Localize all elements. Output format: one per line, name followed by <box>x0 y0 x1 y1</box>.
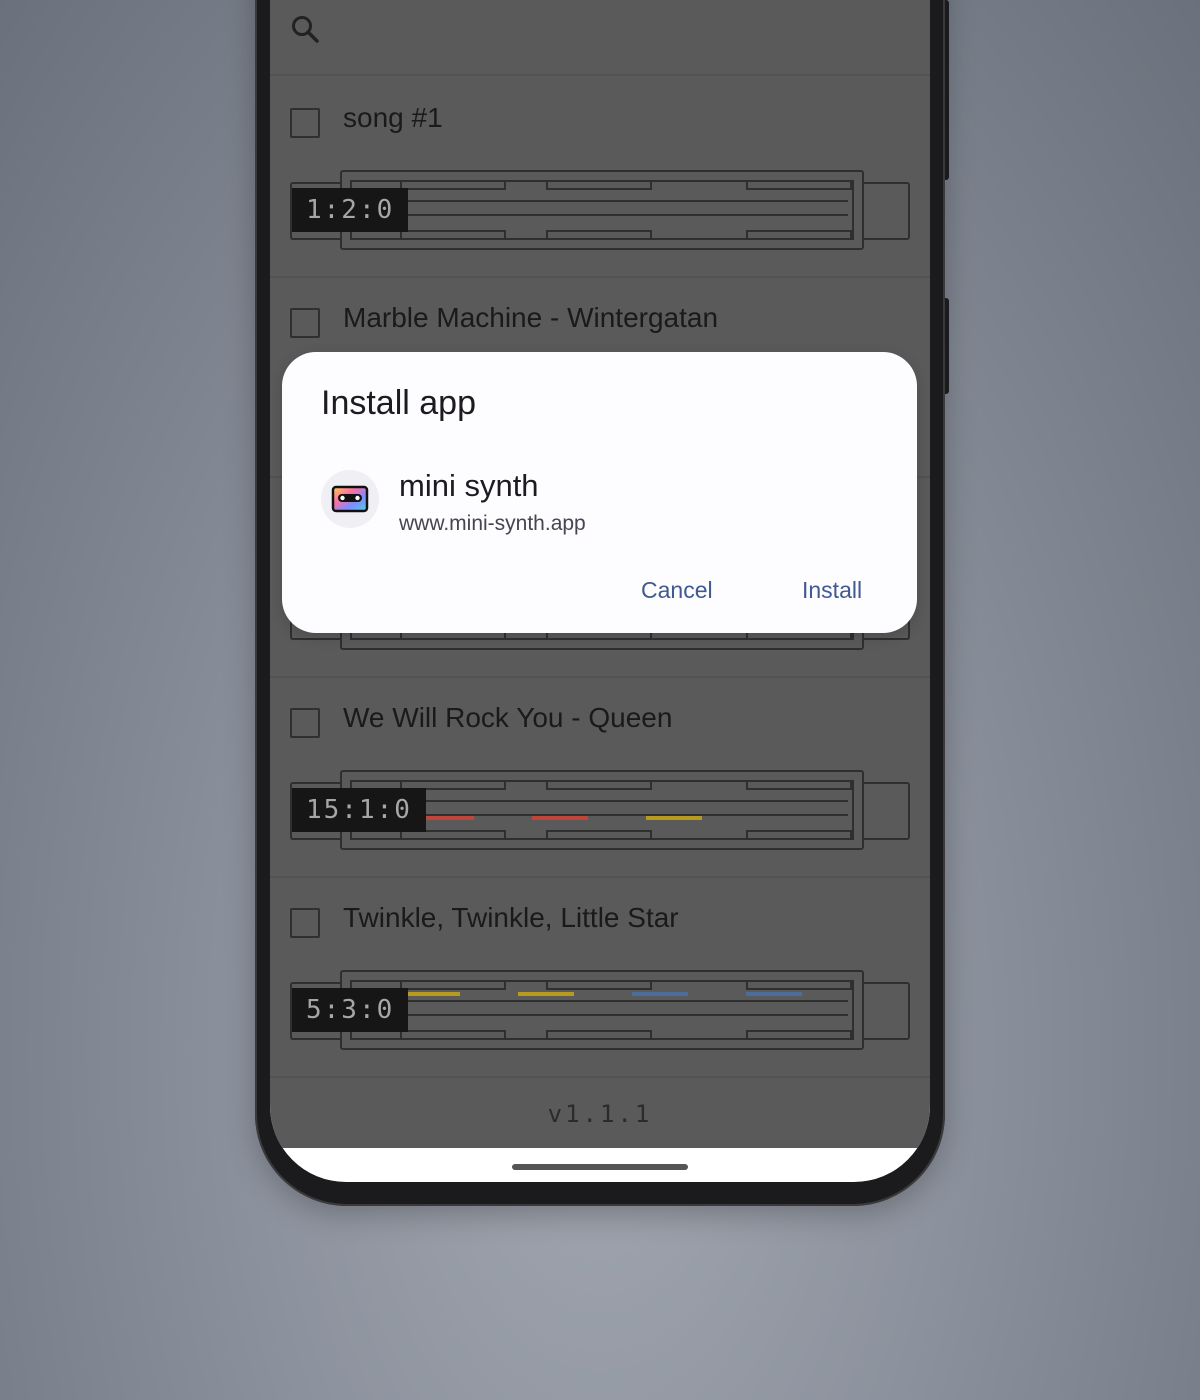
song-title: Twinkle, Twinkle, Little Star <box>343 902 679 933</box>
song-checkbox[interactable] <box>290 708 320 738</box>
tape-note <box>646 816 702 820</box>
tape-tab <box>746 1030 852 1040</box>
tape-line <box>352 1000 848 1002</box>
cancel-button[interactable]: Cancel <box>641 577 713 604</box>
song-tape[interactable]: 1:2:0 <box>290 170 912 252</box>
tape-tab <box>746 180 852 190</box>
version-label: v1.1.1 <box>547 1100 653 1128</box>
tape-right-extension <box>862 782 910 840</box>
tape-line <box>352 200 848 202</box>
home-indicator[interactable] <box>512 1164 688 1170</box>
song-item[interactable]: Twinkle, Twinkle, Little Star 5:3:0 <box>270 876 930 1078</box>
search-icon[interactable] <box>290 14 320 44</box>
song-tape[interactable]: 5:3:0 <box>290 970 912 1052</box>
tape-tab <box>546 180 652 190</box>
tape-right-extension <box>862 182 910 240</box>
tape-tab <box>546 830 652 840</box>
tape-tab <box>546 230 652 240</box>
tape-line <box>352 214 848 216</box>
tape-note <box>404 992 460 996</box>
song-checkbox[interactable] <box>290 908 320 938</box>
tape-line <box>352 800 848 802</box>
tape-tab <box>546 980 652 990</box>
tape-tab <box>746 980 852 990</box>
tape-note <box>518 992 574 996</box>
song-counter: 15:1:0 <box>292 788 426 832</box>
tape-right-extension <box>862 982 910 1040</box>
dialog-title: Install app <box>321 384 476 422</box>
song-checkbox[interactable] <box>290 108 320 138</box>
install-dialog: Install app mini synth www.mini-synth.ap… <box>282 352 917 633</box>
cassette-icon <box>331 485 369 513</box>
tape-tab <box>400 230 506 240</box>
song-counter: 1:2:0 <box>292 188 409 232</box>
tape-note <box>532 816 588 820</box>
app-icon <box>321 470 379 528</box>
song-item[interactable]: We Will Rock You - Queen 15:1:0 <box>270 676 930 878</box>
song-checkbox[interactable] <box>290 308 320 338</box>
tape-tab <box>400 980 506 990</box>
song-title: Marble Machine - Wintergatan <box>343 302 719 333</box>
tape-tab <box>546 1030 652 1040</box>
song-title: song #1 <box>343 102 443 133</box>
tape-tab <box>400 1030 506 1040</box>
tape-line <box>352 1014 848 1016</box>
tape-note <box>746 992 802 996</box>
tape-tab <box>400 180 506 190</box>
install-button[interactable]: Install <box>802 577 862 604</box>
tape-tab <box>746 780 852 790</box>
song-counter: 5:3:0 <box>292 988 409 1032</box>
tape-tab <box>746 830 852 840</box>
tape-note <box>632 992 688 996</box>
search-bar[interactable] <box>270 0 930 76</box>
song-tape[interactable]: 15:1:0 <box>290 770 912 852</box>
tape-note <box>418 816 474 820</box>
app-name: mini synth <box>399 468 539 503</box>
app-url: www.mini-synth.app <box>399 512 586 535</box>
song-title: We Will Rock You - Queen <box>343 702 673 733</box>
song-item[interactable]: song #1 1:2:0 <box>270 76 930 278</box>
tape-tab <box>546 780 652 790</box>
tape-tab <box>746 230 852 240</box>
